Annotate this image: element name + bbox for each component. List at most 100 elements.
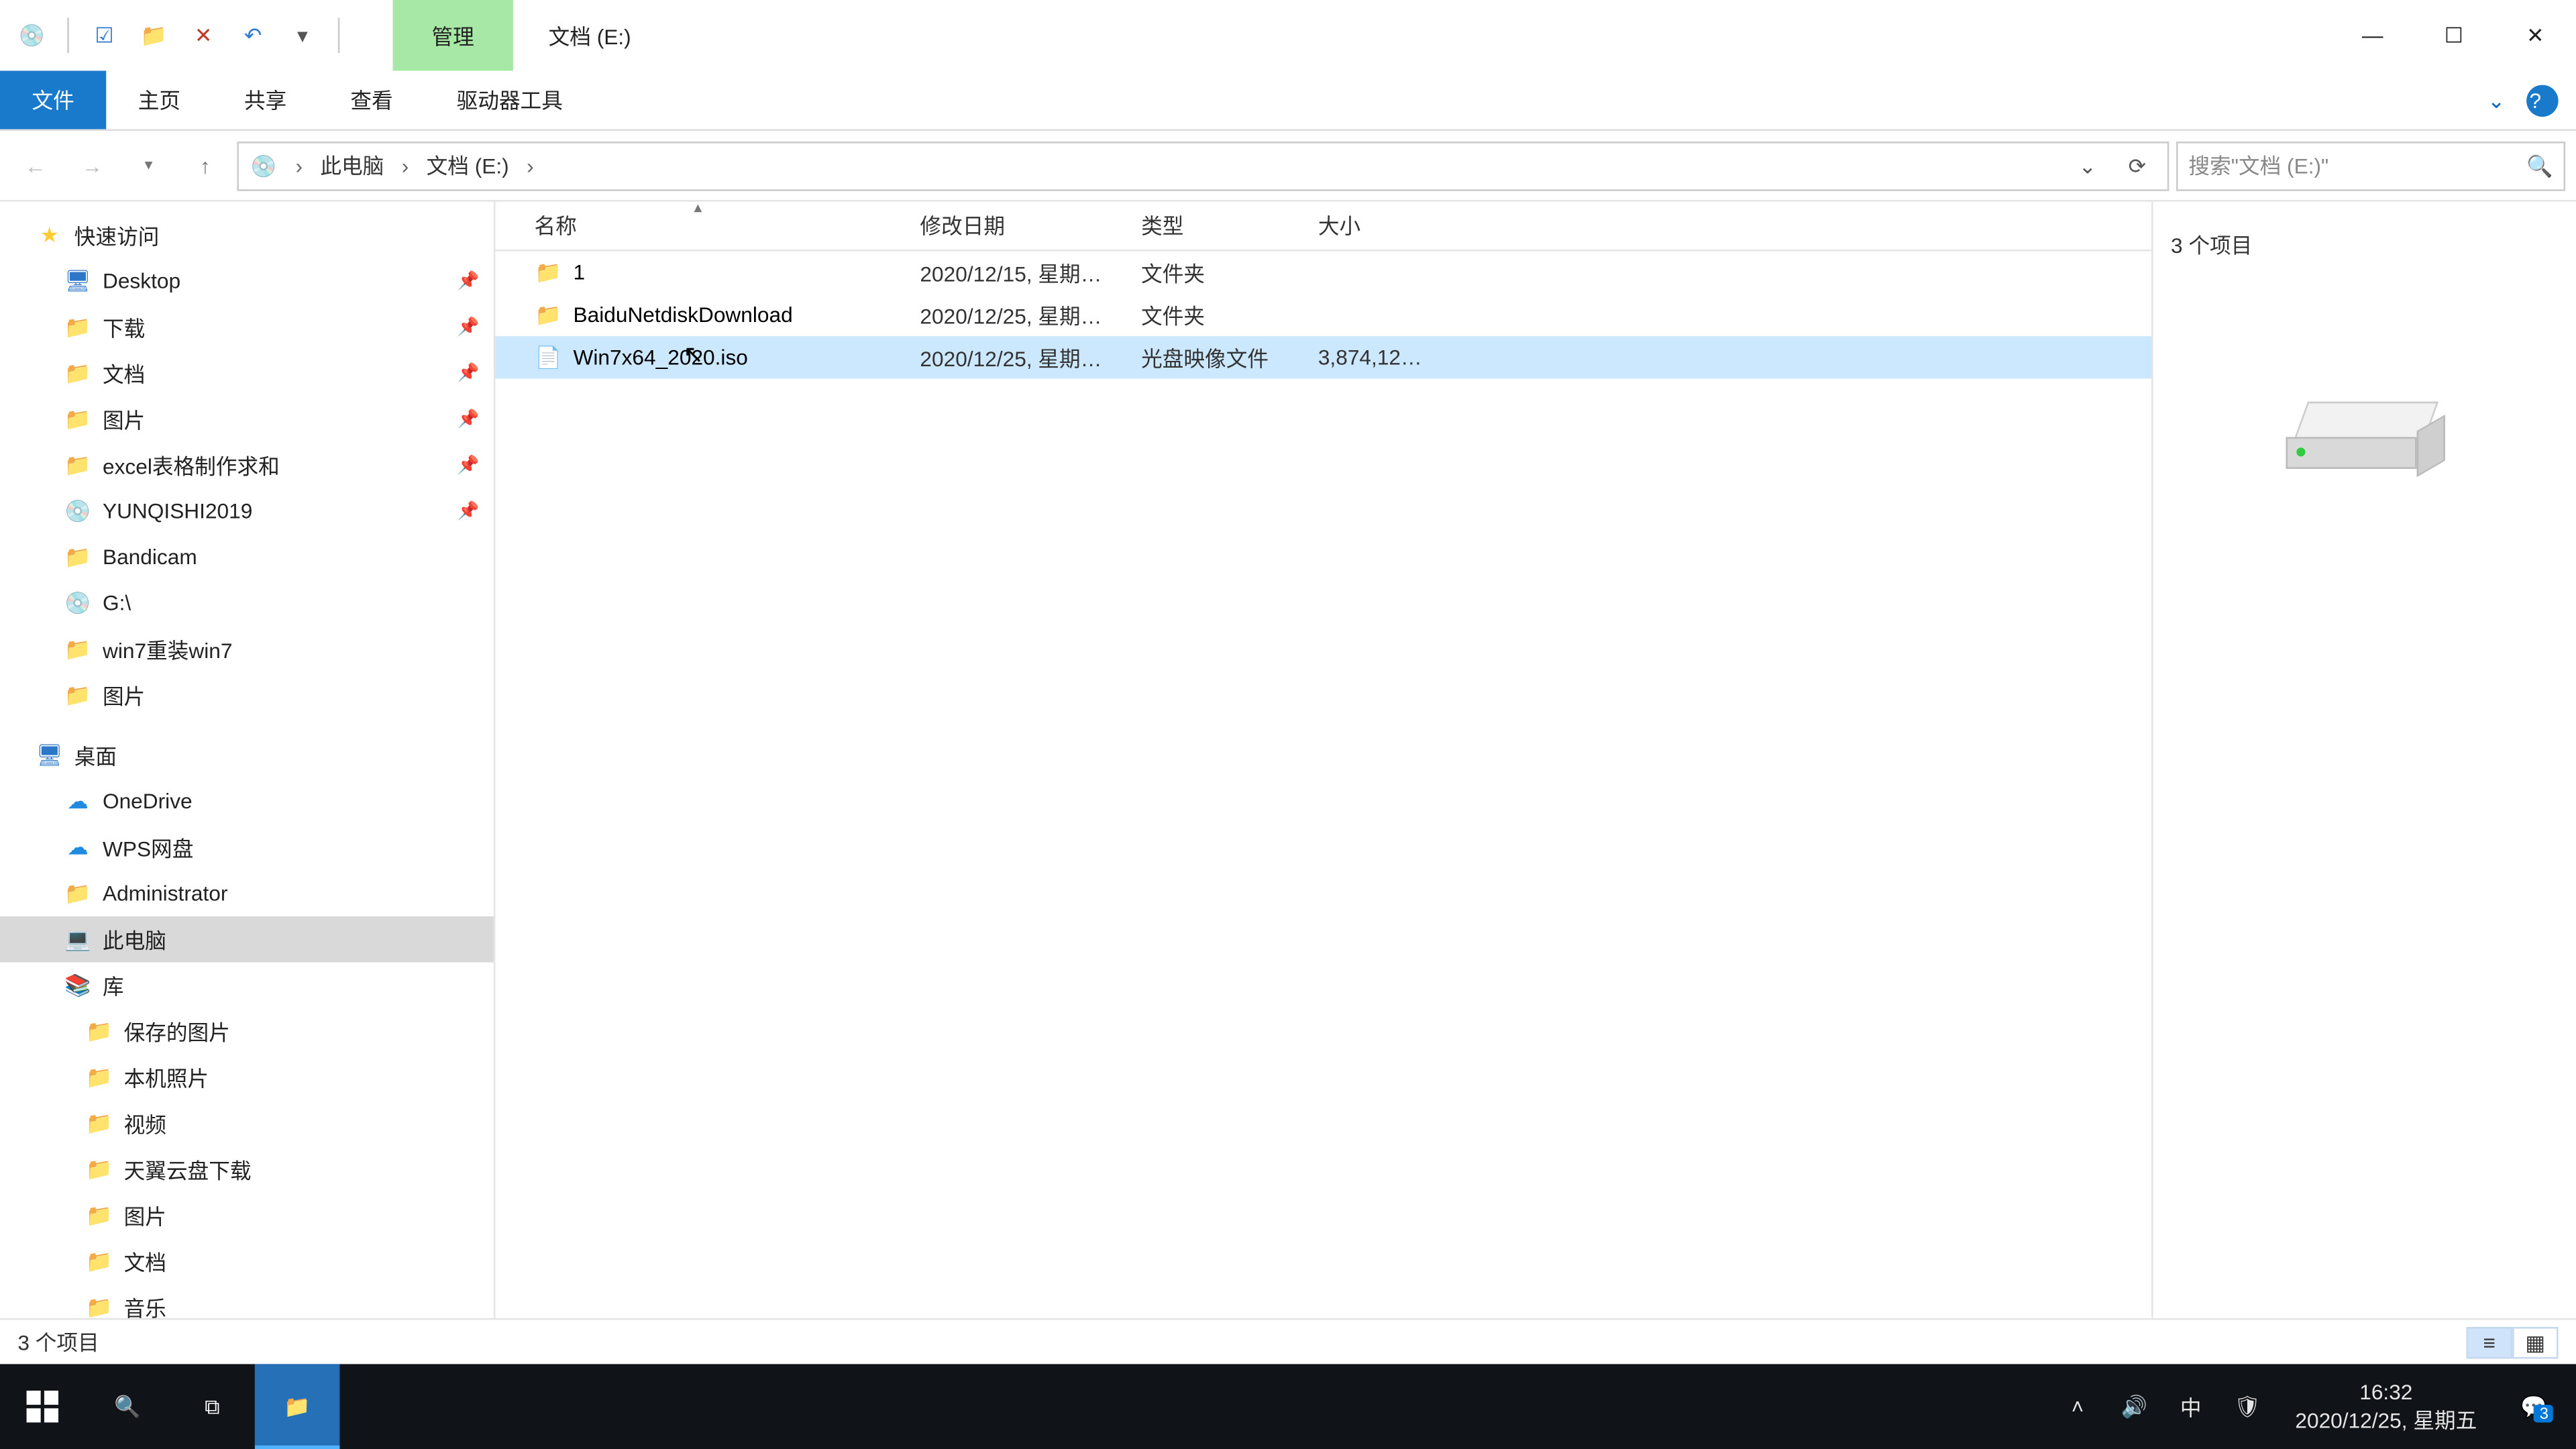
- pc-icon: 💻: [64, 925, 92, 953]
- folder-icon: 📁: [64, 543, 92, 572]
- tray-ime-indicator[interactable]: 中: [2164, 1364, 2217, 1449]
- folder-icon: 📁: [85, 1063, 113, 1091]
- column-name[interactable]: ▴名称: [495, 202, 902, 250]
- column-size[interactable]: 大小: [1300, 202, 1442, 250]
- search-placeholder: 搜索"文档 (E:)": [2188, 150, 2328, 180]
- folder-icon: 📁: [534, 258, 562, 286]
- column-type[interactable]: 类型: [1124, 202, 1301, 250]
- sidebar-item[interactable]: 📁保存的图片: [0, 1008, 494, 1055]
- sidebar-item[interactable]: ☁WPS网盘: [0, 824, 494, 871]
- help-button[interactable]: ?: [2526, 85, 2558, 117]
- sidebar-item[interactable]: 📁图片: [0, 672, 494, 718]
- nav-back-button[interactable]: ←: [11, 141, 60, 191]
- ribbon-context-tab[interactable]: 管理: [392, 0, 513, 70]
- sidebar-quick-access[interactable]: ★快速访问: [0, 212, 494, 258]
- pin-icon: 📌: [458, 455, 480, 475]
- breadcrumb-root[interactable]: 此电脑: [320, 150, 384, 180]
- file-date: 2020/12/15, 星期二 1...: [902, 258, 1124, 288]
- drive-icon: 💿: [64, 589, 92, 617]
- refresh-button[interactable]: ⟳: [2118, 153, 2157, 178]
- status-item-count: 3 个项目: [17, 1327, 99, 1357]
- sidebar-item[interactable]: 📁视频: [0, 1100, 494, 1146]
- sidebar-item[interactable]: 📁文档: [0, 1238, 494, 1285]
- tray-security-icon[interactable]: 🛡: [2221, 1364, 2274, 1449]
- breadcrumb-location[interactable]: 文档 (E:): [427, 150, 509, 180]
- qat-customize-icon[interactable]: ▾: [281, 14, 323, 56]
- sidebar-item[interactable]: 📁图片: [0, 1193, 494, 1239]
- file-row[interactable]: 📁12020/12/15, 星期二 1...文件夹: [495, 252, 2151, 294]
- nav-forward-button[interactable]: →: [67, 141, 117, 191]
- sidebar-item[interactable]: 📁win7重装win7: [0, 627, 494, 673]
- taskbar-search-button[interactable]: 🔍: [85, 1364, 170, 1449]
- sidebar-item[interactable]: 📁本机照片: [0, 1055, 494, 1101]
- sidebar-item[interactable]: 📁Bandicam: [0, 534, 494, 580]
- desktop-icon: 🖥: [36, 741, 64, 769]
- sidebar-item[interactable]: 💿YUNQISHI2019📌: [0, 488, 494, 535]
- action-center-button[interactable]: 💬3: [2498, 1394, 2569, 1419]
- qat-undo-icon[interactable]: ↶: [231, 14, 274, 56]
- file-row[interactable]: 📁BaiduNetdiskDownload2020/12/25, 星期五 1..…: [495, 294, 2151, 336]
- sidebar-item[interactable]: 💿G:\: [0, 580, 494, 627]
- tray-clock[interactable]: 16:32 2020/12/25, 星期五: [2277, 1379, 2495, 1434]
- nav-up-button[interactable]: ↑: [180, 141, 230, 191]
- folder-icon: 📁: [85, 1110, 113, 1138]
- folder-icon: 📁: [85, 1201, 113, 1230]
- sidebar-desktop-root[interactable]: 🖥桌面: [0, 733, 494, 779]
- sidebar-item[interactable]: 📚库: [0, 963, 494, 1009]
- minimize-button[interactable]: ―: [2332, 0, 2413, 70]
- sidebar-item[interactable]: 📁天翼云盘下载: [0, 1146, 494, 1193]
- cloud-icon: ☁: [64, 788, 92, 816]
- ribbon-expand[interactable]: ⌄: [2487, 70, 2520, 129]
- sidebar-item[interactable]: 📁excel表格制作求和📌: [0, 442, 494, 488]
- task-view-button[interactable]: ⧉: [170, 1364, 255, 1449]
- qat-new-folder-icon[interactable]: 📁: [133, 14, 175, 56]
- sidebar-item[interactable]: 📁Administrator: [0, 871, 494, 917]
- file-size: 3,874,126...: [1300, 345, 1442, 370]
- tray-overflow-button[interactable]: ˄: [2051, 1364, 2104, 1449]
- sidebar-item[interactable]: 🖥Desktop📌: [0, 258, 494, 305]
- lib-icon: 📚: [64, 971, 92, 1000]
- app-icon: 💿: [11, 14, 53, 56]
- search-box[interactable]: 搜索"文档 (E:)" 🔍: [2176, 141, 2565, 191]
- file-row[interactable]: 📄Win7x64_2020.iso2020/12/25, 星期五 1...光盘映…: [495, 336, 2151, 378]
- sidebar-item[interactable]: ☁OneDrive: [0, 778, 494, 824]
- ribbon-tab-file[interactable]: 文件: [0, 70, 106, 129]
- nav-recent-dropdown[interactable]: ▾: [124, 141, 174, 191]
- folder-icon: 📁: [64, 681, 92, 709]
- folder-icon: 📁: [64, 359, 92, 387]
- sidebar-item[interactable]: 📁音乐: [0, 1285, 494, 1318]
- drive-icon: 💿: [250, 151, 278, 179]
- window-title: 文档 (E:): [513, 0, 667, 70]
- ribbon-tab-drive-tools[interactable]: 驱动器工具: [425, 70, 594, 129]
- column-date[interactable]: 修改日期: [902, 202, 1124, 250]
- sort-asc-icon: ▴: [694, 198, 702, 217]
- start-button[interactable]: [0, 1364, 85, 1449]
- sidebar-item[interactable]: 📁文档📌: [0, 350, 494, 396]
- address-history-dropdown[interactable]: ⌄: [2068, 153, 2107, 178]
- sidebar-item[interactable]: 📁下载📌: [0, 305, 494, 351]
- folder-icon: 📁: [85, 1293, 113, 1318]
- view-details-button[interactable]: ≡: [2466, 1326, 2512, 1358]
- close-button[interactable]: ✕: [2495, 0, 2576, 70]
- view-icons-button[interactable]: ▦: [2512, 1326, 2559, 1358]
- tray-volume-icon[interactable]: 🔊: [2108, 1364, 2161, 1449]
- cloud-icon: ☁: [64, 833, 92, 861]
- search-icon: 🔍: [2526, 153, 2553, 178]
- taskbar-explorer-button[interactable]: 📁: [255, 1364, 340, 1449]
- qat-delete-icon[interactable]: ✕: [182, 14, 225, 56]
- address-bar-row: ← → ▾ ↑ 💿 此电脑 文档 (E:) ⌄ ⟳ 搜索"文档 (E:)" 🔍: [0, 131, 2576, 201]
- navigation-pane[interactable]: ★快速访问🖥Desktop📌📁下载📌📁文档📌📁图片📌📁excel表格制作求和📌💿…: [0, 202, 495, 1318]
- address-bar[interactable]: 💿 此电脑 文档 (E:) ⌄ ⟳: [237, 141, 2169, 191]
- qat-properties-icon[interactable]: ☑: [83, 14, 125, 56]
- maximize-button[interactable]: ☐: [2413, 0, 2494, 70]
- folder-icon: 📁: [64, 451, 92, 480]
- file-type: 文件夹: [1124, 258, 1301, 288]
- ribbon-tab-view[interactable]: 查看: [319, 70, 425, 129]
- file-list[interactable]: ▴名称 修改日期 类型 大小 📁12020/12/15, 星期二 1...文件夹…: [495, 202, 2151, 1318]
- ribbon-tab-share[interactable]: 共享: [213, 70, 319, 129]
- sidebar-item[interactable]: 📁图片📌: [0, 396, 494, 443]
- ribbon-tab-home[interactable]: 主页: [106, 70, 212, 129]
- pin-icon: 📌: [458, 502, 480, 521]
- sidebar-item[interactable]: 💻此电脑: [0, 916, 494, 963]
- column-headers: ▴名称 修改日期 类型 大小: [495, 202, 2151, 252]
